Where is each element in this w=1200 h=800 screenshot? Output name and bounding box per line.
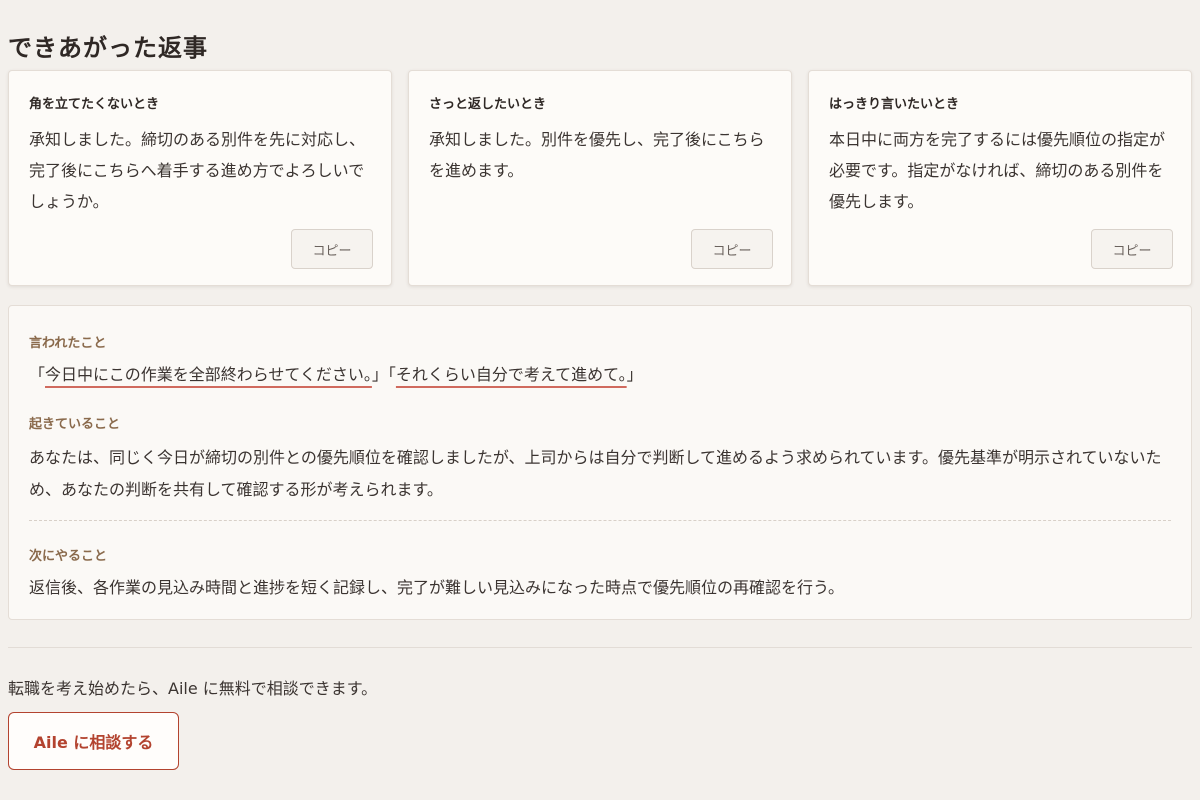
said-quote: それくらい自分で考えて進めて。 [395,365,627,384]
situation-detail: 言われたこと 「今日中にこの作業を全部終わらせてください。」「それくらい自分で考… [8,305,1192,620]
dotted-divider [29,520,1171,521]
happening-label: 起きていること [29,417,121,432]
reply-card-direct: はっきり言いたいとき 本日中に両方を完了するには優先順位の指定が必要です。指定が… [808,70,1192,286]
footer-text: 転職を考え始めたら、Aile に無料で相談できます。 [8,679,378,698]
reply-cards: 角を立てたくないとき 承知しました。締切のある別件を先に対応し、完了後にこちらへ… [8,70,1192,286]
card-label: 角を立てたくないとき [29,97,160,112]
card-reply-text: 承知しました。別件を優先し、完了後にこちらを進めます。 [429,130,765,180]
card-label: さっと返したいとき [429,97,547,112]
section-divider [8,647,1192,648]
next-label: 次にやること [29,549,108,564]
reply-card-soft: 角を立てたくないとき 承知しました。締切のある別件を先に対応し、完了後にこちらへ… [8,70,392,286]
copy-button[interactable]: コピー [691,229,773,269]
said-label: 言われたこと [29,336,107,351]
consult-button[interactable]: Aile に相談する [8,712,179,770]
happening-text: あなたは、同じく今日が締切の別件との優先順位を確認しましたが、上司からは自分で判… [29,448,1162,499]
said-quotes: 「今日中にこの作業を全部終わらせてください。」「それくらい自分で考えて進めて。」 [29,365,643,384]
said-quote: 今日中にこの作業を全部終わらせてください。 [45,365,372,384]
copy-button[interactable]: コピー [291,229,373,269]
reply-card-quick: さっと返したいとき 承知しました。別件を優先し、完了後にこちらを進めます。 コピ… [408,70,792,286]
result-page: できあがった返事 角を立てたくないとき 承知しました。締切のある別件を先に対応し… [0,0,1200,800]
next-text: 返信後、各作業の見込み時間と進捗を短く記録し、完了が難しい見込みになった時点で優… [29,578,845,597]
card-label: はっきり言いたいとき [829,97,960,112]
card-reply-text: 本日中に両方を完了するには優先順位の指定が必要です。指定がなければ、締切のある別… [829,130,1166,211]
card-reply-text: 承知しました。締切のある別件を先に対応し、完了後にこちらへ着手する進め方でよろし… [29,130,366,211]
copy-button[interactable]: コピー [1091,229,1173,269]
section-title: できあがった返事 [8,34,208,62]
